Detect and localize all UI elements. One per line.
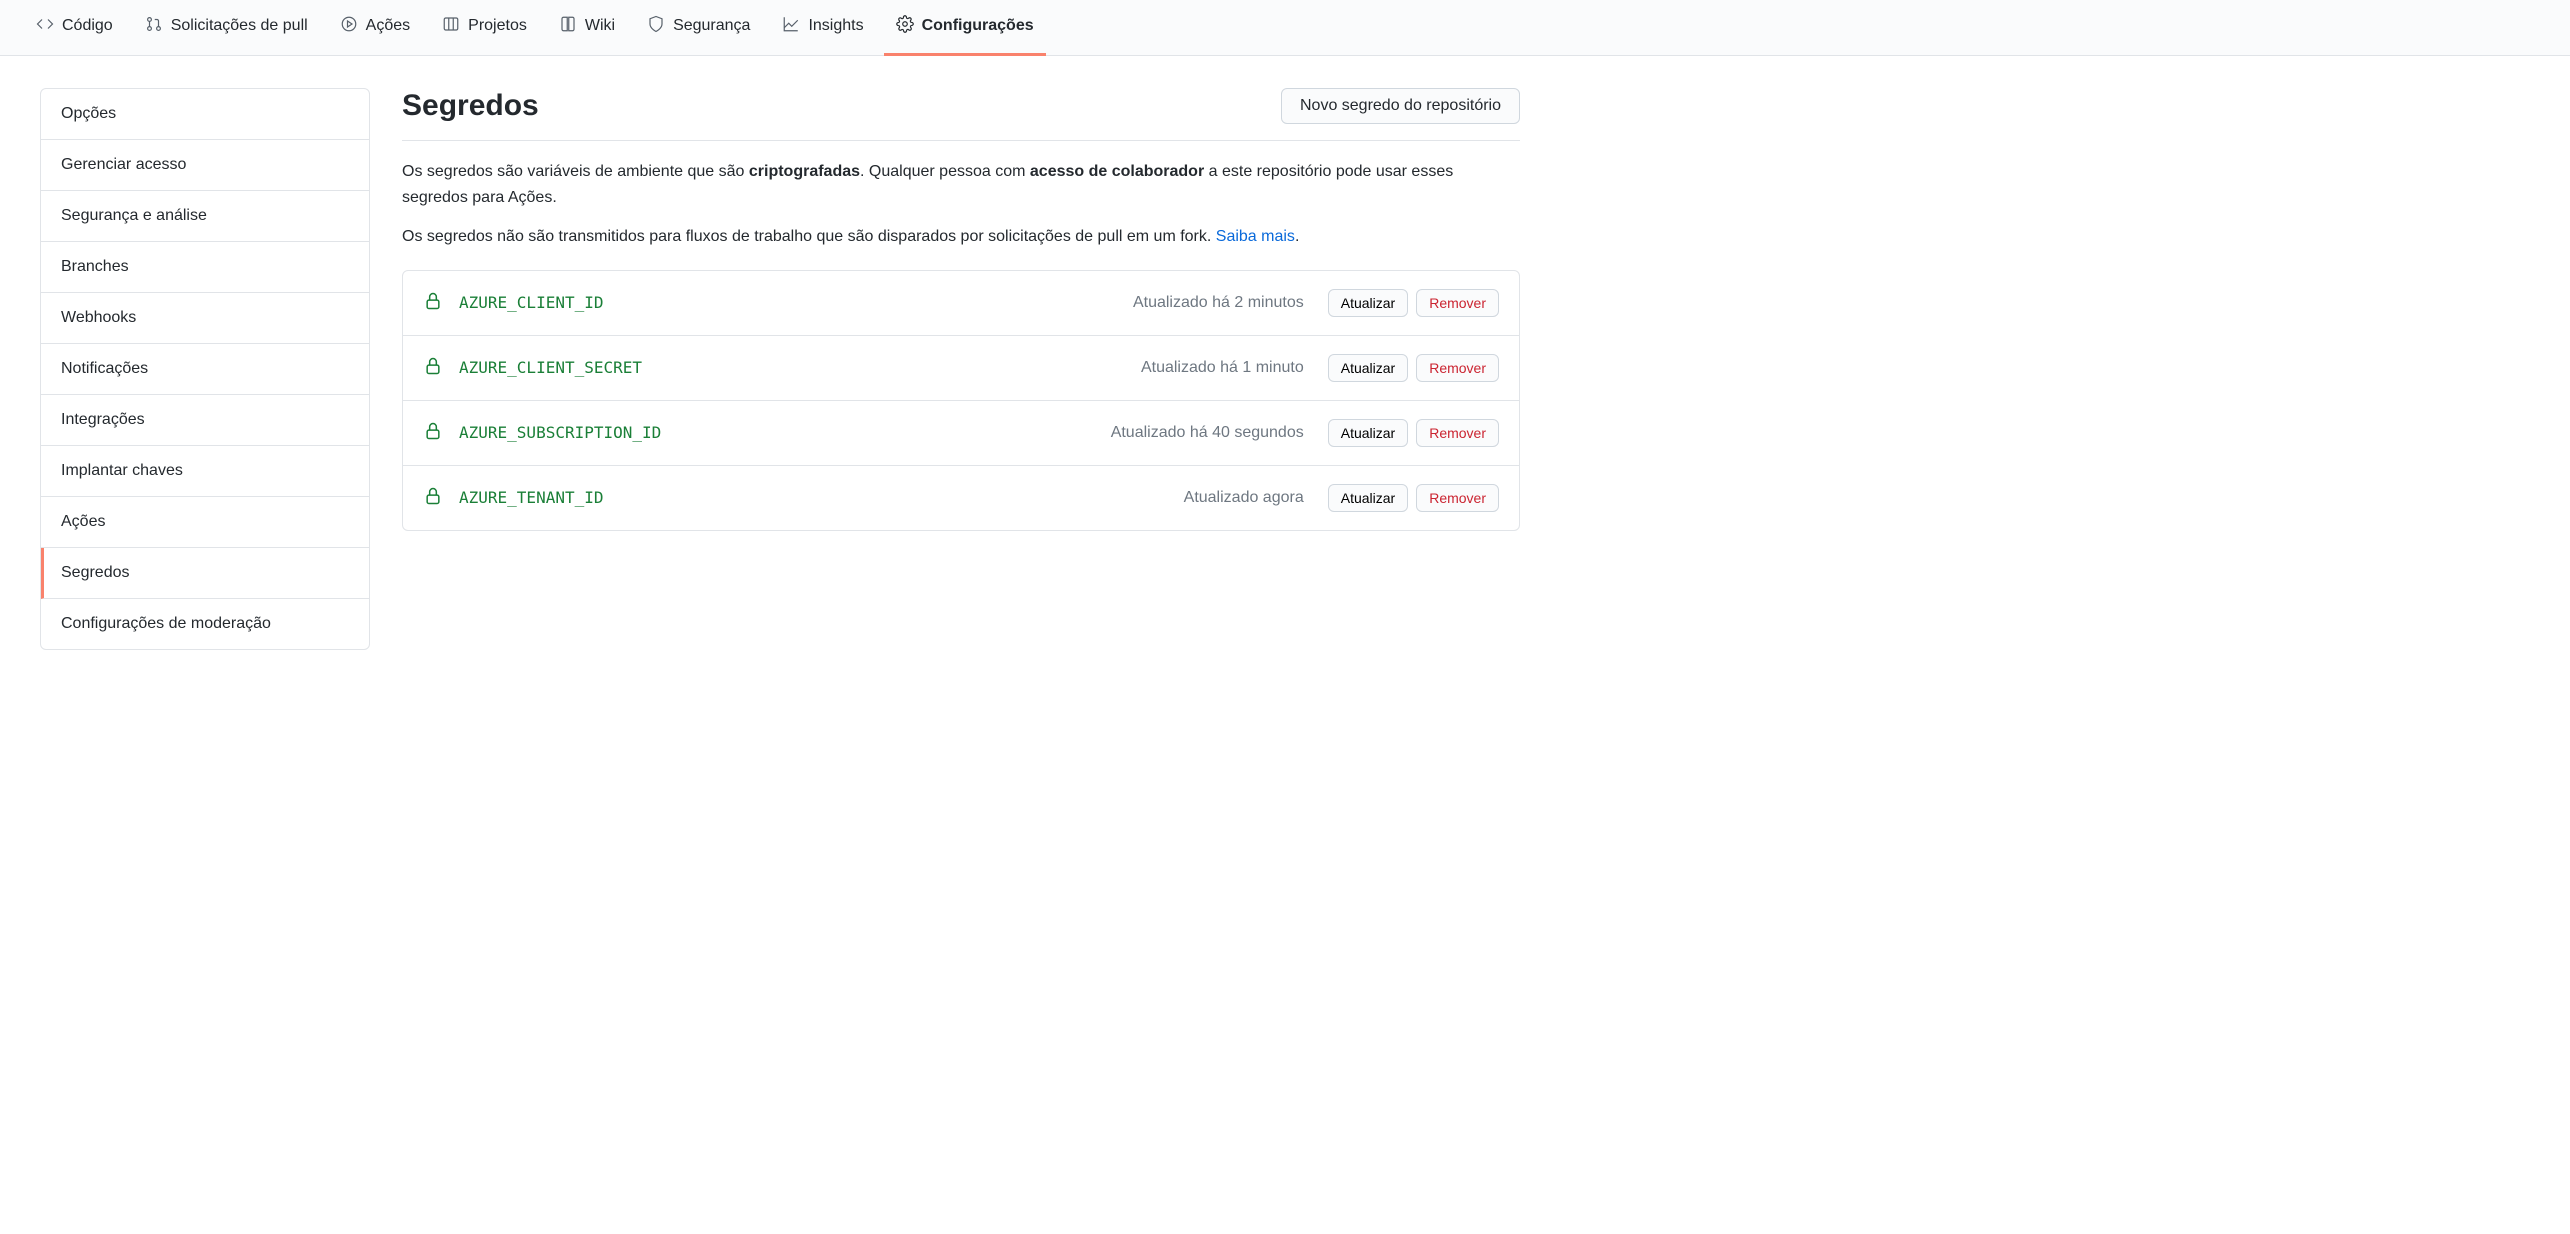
tab-label: Wiki — [585, 17, 615, 35]
remove-secret-button[interactable]: Remover — [1416, 484, 1499, 512]
secret-row: AZURE_SUBSCRIPTION_ID Atualizado há 40 se… — [403, 401, 1519, 466]
text-bold: acesso de colaborador — [1030, 163, 1204, 180]
shield-icon — [647, 15, 665, 38]
sidebar-item[interactable]: Segredos — [41, 548, 369, 599]
tab-gear[interactable]: Configurações — [884, 0, 1046, 56]
new-secret-button[interactable]: Novo segredo do repositório — [1281, 88, 1520, 124]
repo-topnav: Código Solicitações de pull Ações Projetos W… — [0, 0, 2570, 56]
secret-updated: Atualizado há 1 minuto — [1141, 359, 1304, 377]
remove-secret-button[interactable]: Remover — [1416, 354, 1499, 382]
tab-label: Configurações — [922, 17, 1034, 35]
book-icon — [559, 15, 577, 38]
tab-label: Projetos — [468, 17, 527, 35]
secret-name[interactable]: AZURE_CLIENT_ID — [459, 293, 604, 312]
sidebar-item[interactable]: Integrações — [41, 395, 369, 446]
tab-label: Ações — [366, 17, 410, 35]
tab-graph[interactable]: Insights — [770, 0, 875, 56]
text: . — [1295, 228, 1299, 245]
graph-icon — [782, 15, 800, 38]
settings-sidebar: OpçõesGerenciar acessoSegurança e anális… — [40, 88, 370, 650]
tab-label: Insights — [808, 17, 863, 35]
tab-code[interactable]: Código — [24, 0, 125, 56]
tab-label: Código — [62, 17, 113, 35]
secret-row: AZURE_CLIENT_ID Atualizado há 2 minutos At… — [403, 271, 1519, 336]
lock-icon — [423, 486, 443, 509]
page-header: Segredos Novo segredo do repositório — [402, 88, 1520, 141]
play-icon — [340, 15, 358, 38]
update-secret-button[interactable]: Atualizar — [1328, 419, 1408, 447]
lock-icon — [423, 356, 443, 379]
sidebar-item[interactable]: Notificações — [41, 344, 369, 395]
secret-updated: Atualizado há 2 minutos — [1133, 294, 1304, 312]
text-bold: criptografadas — [749, 163, 860, 180]
remove-secret-button[interactable]: Remover — [1416, 289, 1499, 317]
page-title: Segredos — [402, 89, 539, 123]
lock-icon — [423, 421, 443, 444]
secret-name[interactable]: AZURE_CLIENT_SECRET — [459, 358, 642, 377]
text: Os segredos não são transmitidos para fl… — [402, 228, 1216, 245]
update-secret-button[interactable]: Atualizar — [1328, 289, 1408, 317]
tab-git-pull-request[interactable]: Solicitações de pull — [133, 0, 320, 56]
sidebar-item[interactable]: Segurança e análise — [41, 191, 369, 242]
secret-name[interactable]: AZURE_TENANT_ID — [459, 488, 604, 507]
tab-shield[interactable]: Segurança — [635, 0, 762, 56]
sidebar-item[interactable]: Branches — [41, 242, 369, 293]
text: . Qualquer pessoa com — [860, 163, 1030, 180]
git-pull-request-icon — [145, 15, 163, 38]
secret-updated: Atualizado agora — [1184, 489, 1304, 507]
remove-secret-button[interactable]: Remover — [1416, 419, 1499, 447]
sidebar-item[interactable]: Opções — [41, 89, 369, 140]
tab-project[interactable]: Projetos — [430, 0, 539, 56]
project-icon — [442, 15, 460, 38]
gear-icon — [896, 15, 914, 38]
secret-updated: Atualizado há 40 segundos — [1111, 424, 1304, 442]
text: Os segredos são variáveis de ambiente qu… — [402, 163, 749, 180]
update-secret-button[interactable]: Atualizar — [1328, 484, 1408, 512]
tab-label: Solicitações de pull — [171, 17, 308, 35]
description-paragraph-1: Os segredos são variáveis de ambiente qu… — [402, 159, 1520, 210]
sidebar-item[interactable]: Webhooks — [41, 293, 369, 344]
secret-row: AZURE_TENANT_ID Atualizado agora Atualizar… — [403, 466, 1519, 530]
secrets-list: AZURE_CLIENT_ID Atualizado há 2 minutos At… — [402, 270, 1520, 531]
secret-row: AZURE_CLIENT_SECRET Atualizado há 1 minut… — [403, 336, 1519, 401]
sidebar-item[interactable]: Implantar chaves — [41, 446, 369, 497]
sidebar-item[interactable]: Gerenciar acesso — [41, 140, 369, 191]
lock-icon — [423, 291, 443, 314]
code-icon — [36, 15, 54, 38]
description-paragraph-2: Os segredos não são transmitidos para fl… — [402, 224, 1520, 250]
main-content: Segredos Novo segredo do repositório Os … — [402, 88, 1520, 650]
sidebar-item[interactable]: Ações — [41, 497, 369, 548]
tab-label: Segurança — [673, 17, 750, 35]
tab-play[interactable]: Ações — [328, 0, 422, 56]
update-secret-button[interactable]: Atualizar — [1328, 354, 1408, 382]
learn-more-link[interactable]: Saiba mais — [1216, 228, 1295, 245]
sidebar-item[interactable]: Configurações de moderação — [41, 599, 369, 649]
secret-name[interactable]: AZURE_SUBSCRIPTION_ID — [459, 423, 661, 442]
tab-book[interactable]: Wiki — [547, 0, 627, 56]
